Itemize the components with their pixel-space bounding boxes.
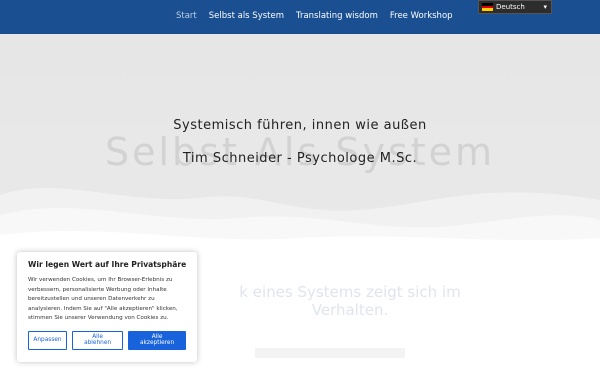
nav-item-free-workshop[interactable]: Free Workshop: [384, 11, 459, 21]
reject-all-button[interactable]: Alle ablehnen: [72, 330, 124, 350]
language-switcher[interactable]: Deutsch ▾: [478, 0, 552, 14]
cookie-consent-dialog: Wir legen Wert auf Ihre Privatsphäre Wir…: [17, 252, 197, 362]
customize-button[interactable]: Anpassen: [28, 330, 67, 350]
cookie-title: Wir legen Wert auf Ihre Privatsphäre: [28, 260, 187, 269]
section-heading: k eines Systems zeigt sich im Verhalten.: [200, 283, 500, 319]
top-navigation-bar: Start Selbst als System Translating wisd…: [0, 0, 600, 34]
main-menu: Start Selbst als System Translating wisd…: [170, 0, 459, 32]
hero-wave-divider: [0, 188, 600, 250]
cookie-button-row: Anpassen Alle ablehnen Alle akzeptieren: [28, 330, 186, 350]
language-label: Deutsch: [496, 3, 525, 11]
faint-content-block: [255, 348, 405, 358]
cookie-description: Wir verwenden Cookies, um Ihr Browser-Er…: [28, 277, 178, 321]
accept-all-button[interactable]: Alle akzeptieren: [128, 330, 186, 350]
chevron-down-icon: ▾: [543, 3, 547, 11]
nav-item-start[interactable]: Start: [170, 11, 203, 21]
nav-item-selbst-als-system[interactable]: Selbst als System: [203, 11, 290, 21]
hero-tagline: Systemisch führen, innen wie außen: [173, 118, 427, 133]
germany-flag-icon: [482, 3, 493, 12]
section-heading-line-2: Verhalten.: [311, 301, 389, 319]
section-heading-line-1: k eines Systems zeigt sich im: [239, 283, 461, 301]
nav-item-translating-wisdom[interactable]: Translating wisdom: [290, 11, 384, 21]
